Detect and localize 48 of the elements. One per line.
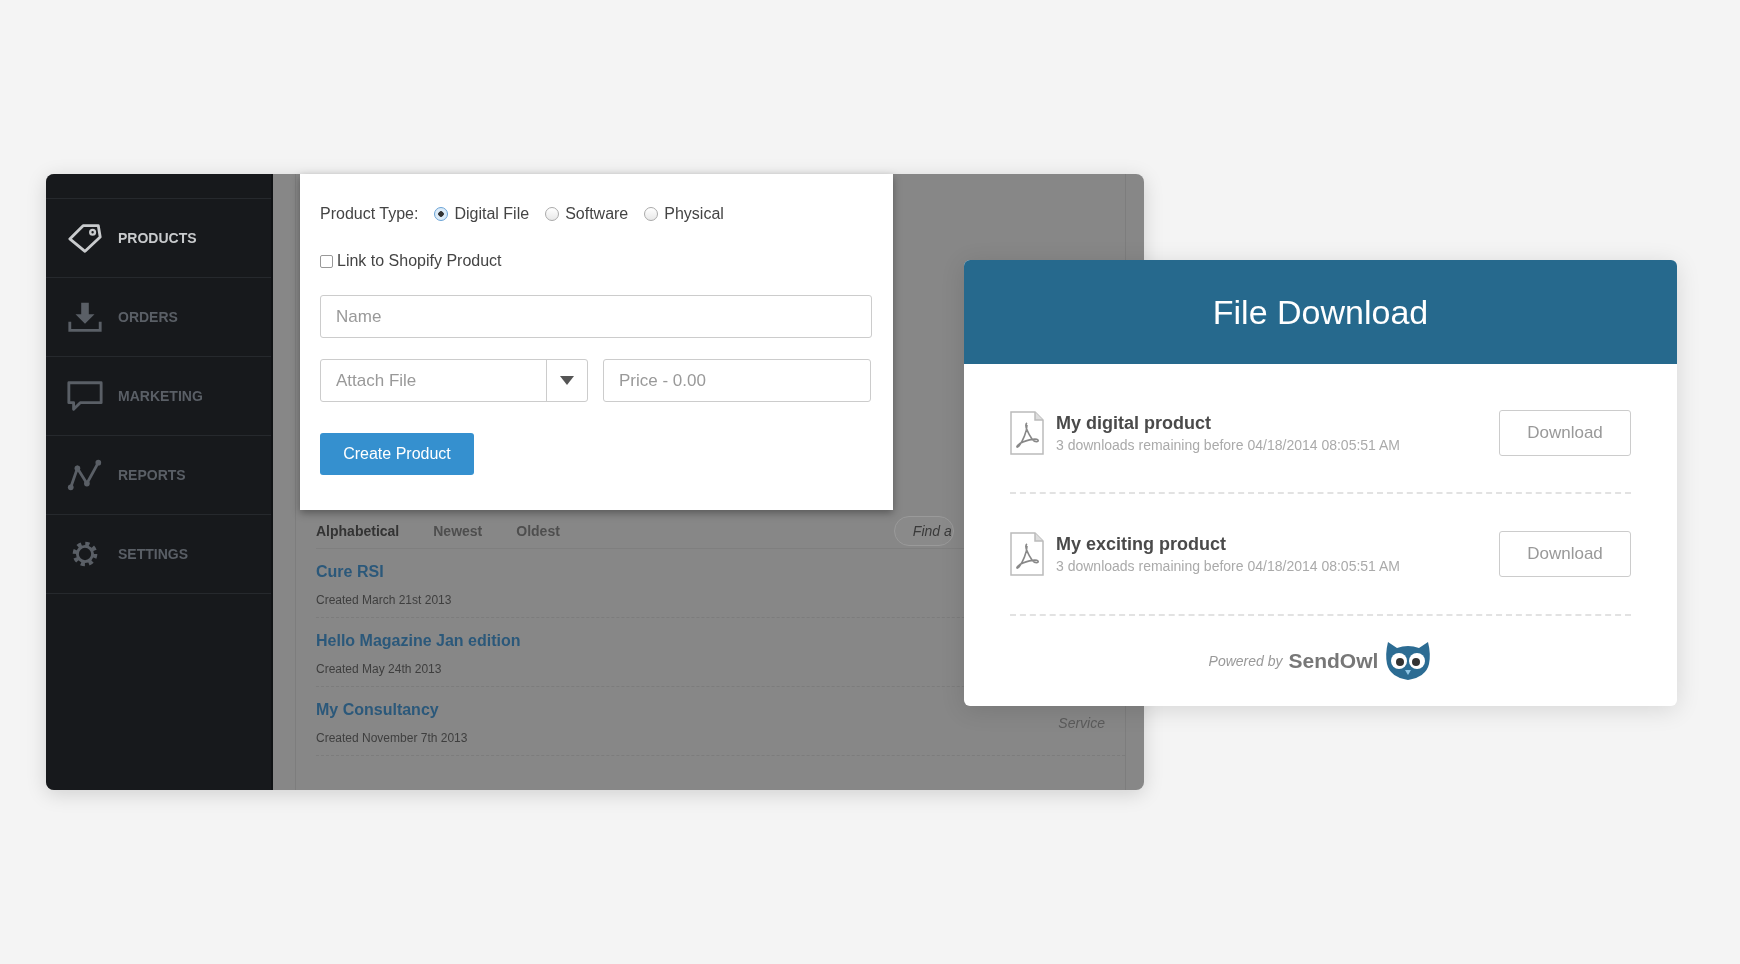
download-note: 3 downloads remaining before 04/18/2014 08:05:51 AM <box>1056 558 1402 574</box>
download-button[interactable]: Download <box>1499 531 1631 577</box>
download-button[interactable]: Download <box>1499 410 1631 456</box>
product-title-link[interactable]: Cure RSI <box>316 563 452 581</box>
product-title-link[interactable]: Hello Magazine Jan edition <box>316 632 521 650</box>
radio-button[interactable] <box>434 207 449 221</box>
sidebar-item[interactable]: REPORTS <box>46 436 271 515</box>
created-date: Created November 7th 2013 <box>316 731 468 745</box>
created-date: Created March 21st 2013 <box>316 593 452 607</box>
product-name: My exciting product <box>1056 534 1227 555</box>
radio-option[interactable]: Digital File <box>434 205 530 223</box>
sort-tab[interactable]: Newest <box>433 523 483 539</box>
line-chart-icon <box>66 458 104 492</box>
sidebar-item[interactable]: ORDERS <box>46 278 271 357</box>
product-name: My digital product <box>1056 413 1212 434</box>
powered-by-text: Powered by <box>1208 653 1283 669</box>
radio-option[interactable]: Software <box>545 205 629 223</box>
sidebar-item[interactable]: PRODUCTS <box>46 199 271 278</box>
price-field[interactable]: Price - 0.00 <box>603 359 871 402</box>
brand-name: SendOwl <box>1288 649 1379 673</box>
create-product-button[interactable]: Create Product <box>320 433 474 475</box>
radio-label: Digital File <box>454 205 530 223</box>
radio-option[interactable]: Physical <box>644 205 724 223</box>
name-field[interactable]: Name <box>320 295 872 338</box>
product-type-label: Product Type: <box>320 205 419 223</box>
checkbox-label: Link to Shopify Product <box>337 252 502 270</box>
sidebar-item[interactable]: SETTINGS <box>46 515 271 594</box>
card-title: File Download <box>1212 292 1429 332</box>
attach-file-dropdown[interactable]: Attach File <box>320 359 588 402</box>
pdf-file-icon <box>1010 532 1044 576</box>
sort-tab[interactable]: Oldest <box>516 523 560 539</box>
speech-bubble-icon <box>66 379 104 413</box>
radio-button[interactable] <box>644 207 659 221</box>
sidebar-item[interactable]: MARKETING <box>46 357 271 436</box>
radio-button[interactable] <box>545 207 560 221</box>
tag-icon <box>66 221 104 255</box>
download-note: 3 downloads remaining before 04/18/2014 08:05:51 AM <box>1056 437 1402 453</box>
sort-tab[interactable]: Alphabetical <box>316 523 400 539</box>
checkbox[interactable] <box>320 254 333 268</box>
download-tray-icon <box>66 300 104 334</box>
radio-label: Physical <box>664 205 724 223</box>
radio-label: Software <box>565 205 629 223</box>
owl-logo-icon <box>1384 640 1433 682</box>
created-date: Created May 24th 2013 <box>316 662 443 676</box>
caret-icon <box>560 376 574 385</box>
search-field[interactable]: Find a <box>893 516 954 546</box>
pdf-file-icon <box>1010 411 1044 455</box>
product-title-link[interactable]: My Consultancy <box>316 701 468 719</box>
